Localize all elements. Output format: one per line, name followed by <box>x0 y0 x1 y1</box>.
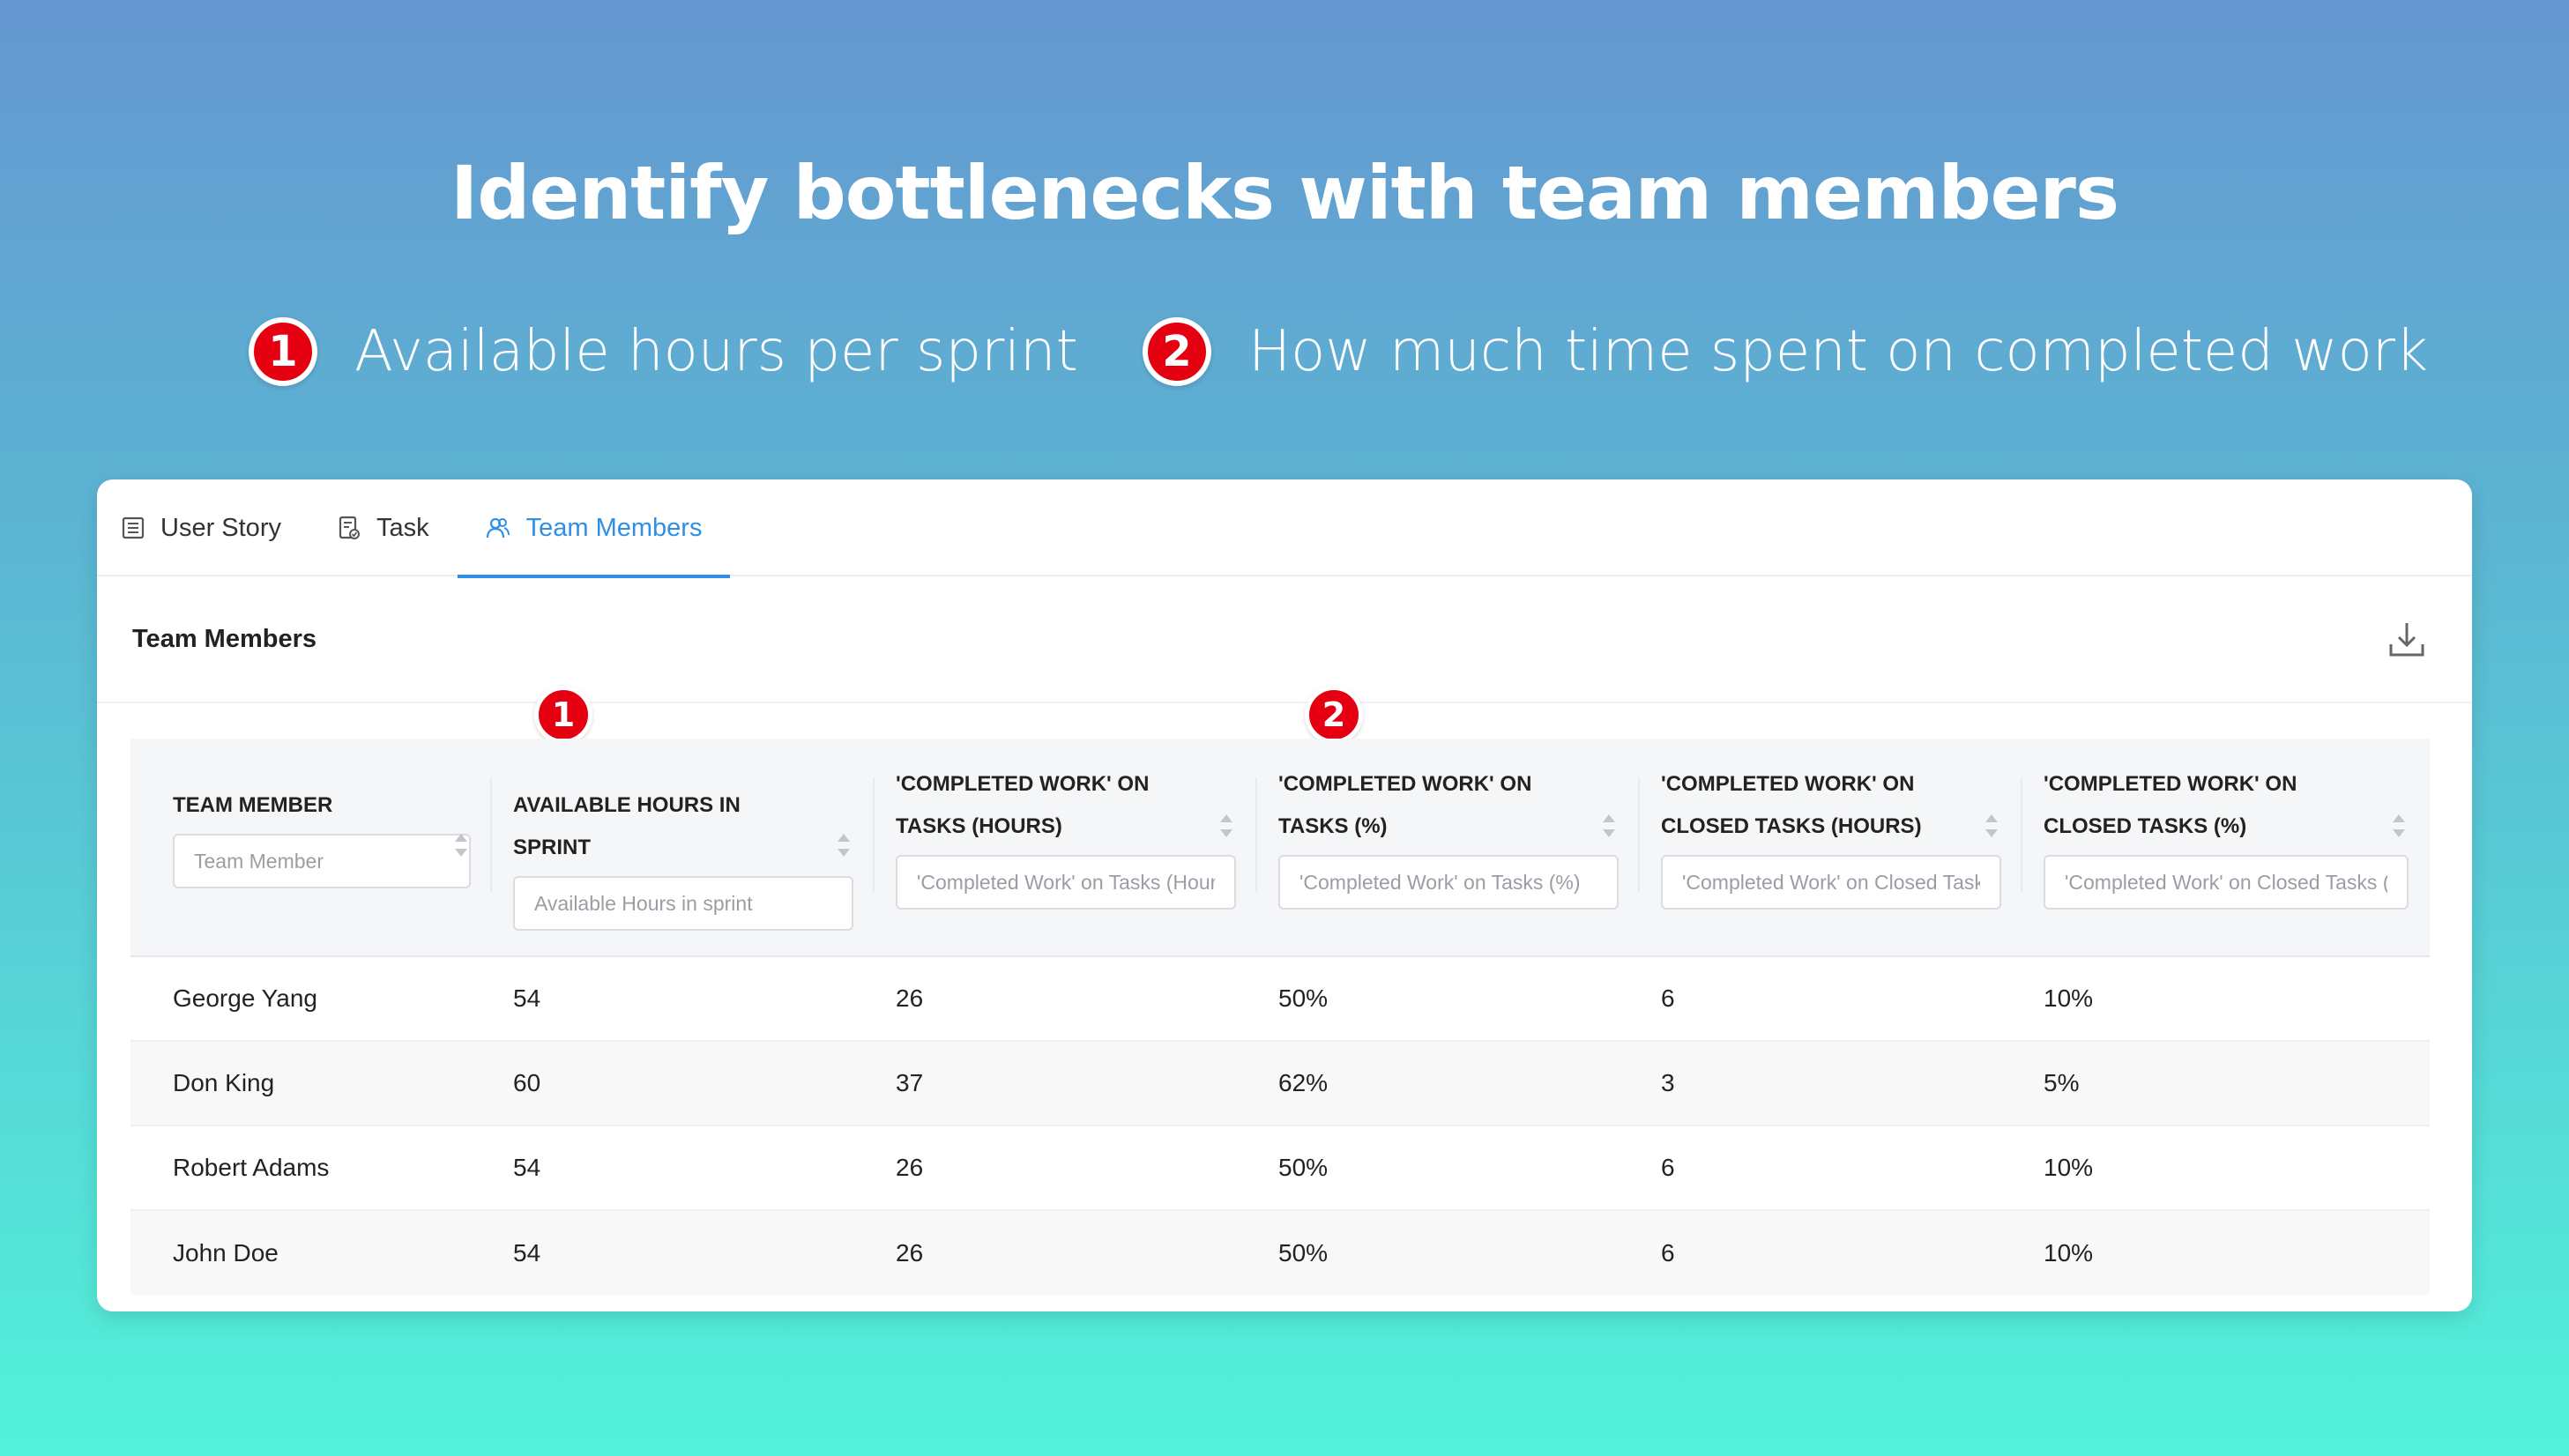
tab-bar: User Story Task Team Members <box>97 479 2472 578</box>
tab-label: Task <box>376 513 429 542</box>
feature-2: 2 How much time spent on completed work <box>1143 317 2428 386</box>
filter-input[interactable] <box>896 855 1236 910</box>
column-label: 'COMPLETED WORK' ON TASKS (%) <box>1278 772 1532 838</box>
list-icon <box>122 516 145 539</box>
hero-title: Identify bottlenecks with team members <box>451 150 2119 236</box>
sort-icon[interactable] <box>1220 813 1232 839</box>
column-header: 'COMPLETED WORK' ON TASKS (HOURS) <box>875 739 1257 957</box>
filter-input[interactable] <box>513 876 853 931</box>
column-label: 'COMPLETED WORK' ON CLOSED TASKS (%) <box>2044 772 2297 838</box>
column-label: 'COMPLETED WORK' ON CLOSED TASKS (HOURS) <box>1661 772 1922 838</box>
table-row[interactable]: George Yang 54 26 50% 6 10% <box>130 956 2430 1042</box>
team-members-table: TEAM MEMBER AVAILABLE HOURS IN SPRINT 'C… <box>130 739 2430 1295</box>
cell-available-hours: 54 <box>492 956 875 1042</box>
column-header: TEAM MEMBER <box>130 739 492 957</box>
tab-task[interactable]: Task <box>338 479 429 576</box>
marker-badge-2: 2 <box>1305 686 1363 744</box>
team-table-wrapper: 1 2 TEAM MEMBER AVAILABLE HOURS IN SPRIN… <box>130 686 2430 1295</box>
cell-completed-hours: 26 <box>875 1210 1257 1295</box>
cell-completed-hours: 26 <box>875 956 1257 1042</box>
table-row[interactable]: John Doe 54 26 50% 6 10% <box>130 1210 2430 1295</box>
section-title: Team Members <box>132 624 316 653</box>
tab-user-story[interactable]: User Story <box>122 479 281 576</box>
team-members-panel: User Story Task Team Members Team Member… <box>97 479 2472 1311</box>
cell-closed-pct: 10% <box>2022 1125 2430 1211</box>
cell-completed-pct: 62% <box>1257 1041 1640 1126</box>
sort-icon[interactable] <box>2393 813 2405 839</box>
section-header: Team Members <box>97 576 2472 703</box>
table-row[interactable]: Don King 60 37 62% 3 5% <box>130 1041 2430 1126</box>
filter-input[interactable] <box>173 834 471 888</box>
cell-team-member: John Doe <box>130 1210 492 1295</box>
cell-available-hours: 60 <box>492 1041 875 1126</box>
column-label: TEAM MEMBER <box>173 793 333 817</box>
number-badge: 2 <box>1143 317 1211 386</box>
feature-1: 1 Available hours per sprint <box>249 317 1078 386</box>
column-header: 'COMPLETED WORK' ON CLOSED TASKS (%) <box>2022 739 2430 957</box>
cell-closed-pct: 10% <box>2022 956 2430 1042</box>
column-label: 'COMPLETED WORK' ON TASKS (HOURS) <box>896 772 1150 838</box>
cell-completed-hours: 37 <box>875 1041 1257 1126</box>
cell-closed-hours: 6 <box>1640 1210 2022 1295</box>
column-header: 'COMPLETED WORK' ON TASKS (%) <box>1257 739 1640 957</box>
download-icon[interactable] <box>2386 618 2428 660</box>
tab-team-members[interactable]: Team Members <box>457 479 731 578</box>
filter-input[interactable] <box>2044 855 2409 910</box>
filter-input[interactable] <box>1661 855 2001 910</box>
number-badge: 1 <box>249 317 317 386</box>
cell-team-member: Don King <box>130 1041 492 1126</box>
header-row: TEAM MEMBER AVAILABLE HOURS IN SPRINT 'C… <box>130 739 2430 957</box>
feature-text: How much time spent on completed work <box>1248 319 2429 384</box>
column-header: 'COMPLETED WORK' ON CLOSED TASKS (HOURS) <box>1640 739 2022 957</box>
sort-icon[interactable] <box>455 832 467 858</box>
tab-label: Team Members <box>525 513 703 542</box>
sort-icon[interactable] <box>1603 813 1615 839</box>
cell-available-hours: 54 <box>492 1210 875 1295</box>
sort-icon[interactable] <box>838 832 850 858</box>
table-row[interactable]: Robert Adams 54 26 50% 6 10% <box>130 1125 2430 1211</box>
cell-completed-hours: 26 <box>875 1125 1257 1211</box>
cell-closed-hours: 6 <box>1640 1125 2022 1211</box>
cell-closed-pct: 10% <box>2022 1210 2430 1295</box>
cell-completed-pct: 50% <box>1257 956 1640 1042</box>
cell-closed-hours: 6 <box>1640 956 2022 1042</box>
cell-completed-pct: 50% <box>1257 1210 1640 1295</box>
cell-available-hours: 54 <box>492 1125 875 1211</box>
feature-text: Available hours per sprint <box>354 319 1078 384</box>
feature-list: 1 Available hours per sprint 2 How much … <box>0 317 2569 405</box>
cell-closed-pct: 5% <box>2022 1041 2430 1126</box>
column-header: AVAILABLE HOURS IN SPRINT <box>492 739 875 957</box>
team-icon <box>486 517 510 539</box>
cell-closed-hours: 3 <box>1640 1041 2022 1126</box>
cell-team-member: Robert Adams <box>130 1125 492 1211</box>
cell-completed-pct: 50% <box>1257 1125 1640 1211</box>
cell-team-member: George Yang <box>130 956 492 1042</box>
task-icon <box>339 516 360 539</box>
sort-icon[interactable] <box>1985 813 1998 839</box>
marker-badge-1: 1 <box>534 686 592 744</box>
tab-label: User Story <box>160 513 281 542</box>
column-label: AVAILABLE HOURS IN SPRINT <box>513 793 741 859</box>
filter-input[interactable] <box>1278 855 1619 910</box>
